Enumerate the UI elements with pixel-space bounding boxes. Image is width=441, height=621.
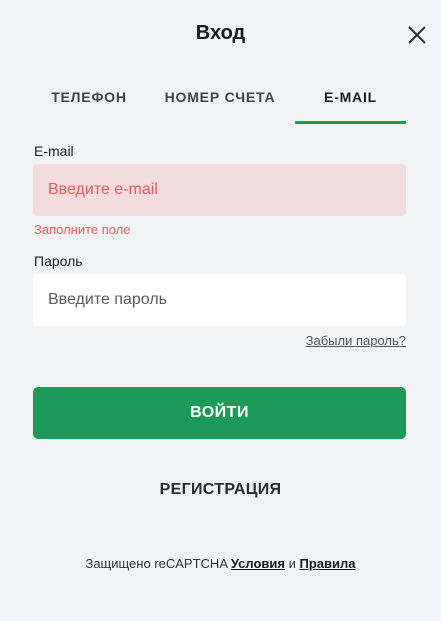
email-placeholder: Введите e-mail bbox=[48, 181, 158, 198]
email-error-message: Заполните поле bbox=[34, 222, 131, 237]
email-field[interactable]: Введите e-mail bbox=[33, 164, 406, 216]
close-icon[interactable] bbox=[406, 24, 428, 46]
password-label: Пароль bbox=[34, 253, 83, 269]
login-method-tabs: ТЕЛЕФОН НОМЕР СЧЕТА E-MAIL bbox=[33, 80, 406, 124]
password-placeholder: Введите пароль bbox=[48, 291, 167, 308]
recaptcha-text: Защищено reCAPTCHA bbox=[85, 556, 228, 571]
and-text: и bbox=[288, 556, 296, 571]
forgot-password-link[interactable]: Забыли пароль? bbox=[306, 333, 406, 348]
password-field[interactable]: Введите пароль bbox=[33, 274, 406, 326]
tab-email[interactable]: E-MAIL bbox=[295, 80, 406, 124]
rules-link[interactable]: Правила bbox=[300, 556, 356, 571]
register-link[interactable]: РЕГИСТРАЦИЯ bbox=[0, 481, 441, 499]
modal-title: Вход bbox=[195, 22, 246, 44]
tab-account-number[interactable]: НОМЕР СЧЕТА bbox=[145, 80, 295, 124]
login-button[interactable]: ВОЙТИ bbox=[33, 387, 406, 439]
tab-phone[interactable]: ТЕЛЕФОН bbox=[33, 80, 145, 124]
email-label: E-mail bbox=[34, 143, 74, 159]
terms-link[interactable]: Условия bbox=[231, 556, 285, 571]
recaptcha-footer: Защищено reCAPTCHA Условия и Правила bbox=[0, 556, 441, 571]
modal-header: Вход bbox=[0, 0, 441, 70]
